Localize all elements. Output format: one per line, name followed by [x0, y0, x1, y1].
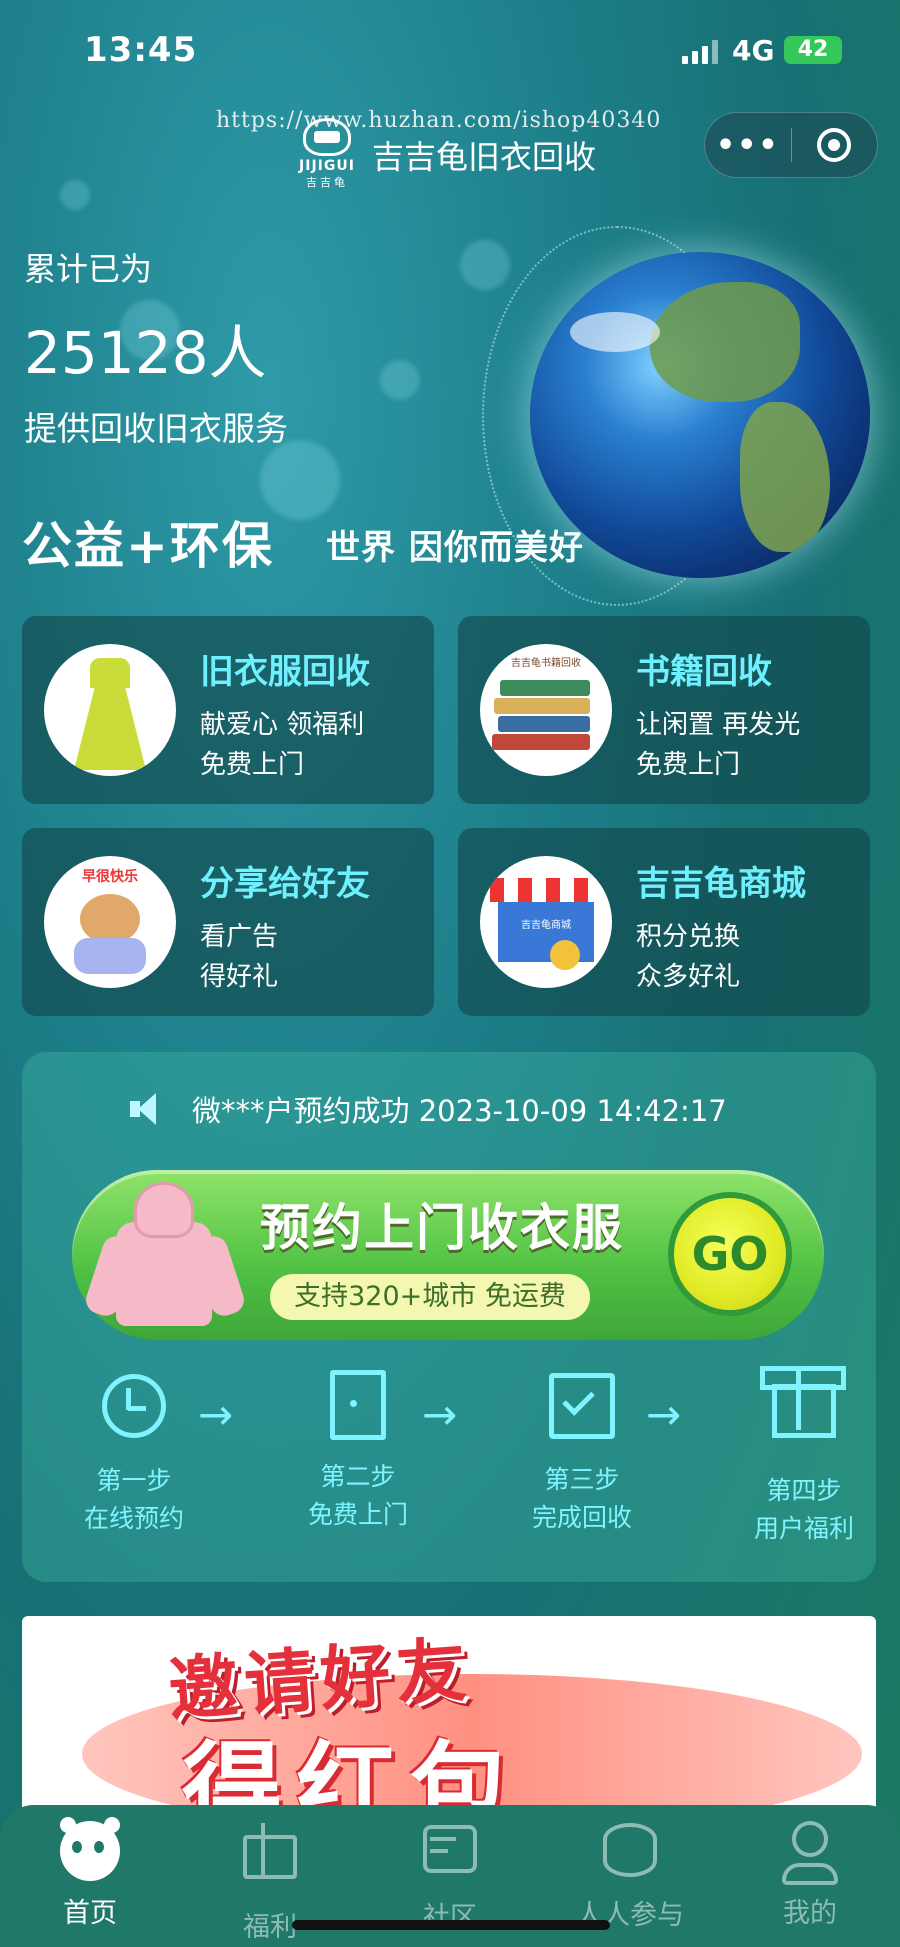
card-subtitle: 得好礼	[200, 962, 279, 992]
step-label: 完成回收	[531, 1503, 632, 1532]
card-subtitle: 积分兑换	[636, 922, 741, 952]
card-title: 分享给好友	[200, 864, 370, 904]
step-label: 免费上门	[307, 1500, 408, 1529]
user-icon	[780, 1821, 840, 1885]
booking-notice: 微***户预约成功 2023-10-09 14:42:17	[126, 1088, 727, 1130]
bokeh-decoration	[460, 240, 510, 290]
coins-icon	[600, 1823, 660, 1883]
hero-intro: 累计已为	[24, 250, 153, 288]
bear-share-image: 早很快乐	[44, 856, 176, 988]
bokeh-decoration	[60, 180, 90, 210]
tab-home[interactable]: 首页	[30, 1817, 150, 1930]
tab-participate[interactable]: 人人参与	[570, 1821, 690, 1932]
panda-home-icon	[60, 1817, 120, 1881]
step-number: 第二步	[320, 1462, 396, 1491]
card-mall[interactable]: 吉吉龟商城 吉吉龟商城 积分兑换 众多好礼	[458, 828, 870, 1016]
card-title: 书籍回收	[636, 652, 772, 692]
tab-label: 我的	[783, 1898, 837, 1929]
turtle-logo-icon	[303, 118, 351, 156]
card-subtitle: 免费上门	[636, 750, 741, 780]
step-label: 用户福利	[753, 1514, 854, 1543]
earth-globe-image	[530, 252, 870, 578]
step-2: 第二步 免费上门	[278, 1370, 438, 1534]
banner-subtitle: 得红包	[182, 1731, 524, 1812]
card-clothes-recycle[interactable]: 旧衣服回收 献爱心 领福利 免费上门	[22, 616, 434, 804]
hero-served-count: 25128人	[24, 319, 267, 387]
share-thumb-label: 早很快乐	[82, 869, 138, 885]
target-close-icon	[817, 128, 852, 162]
slogan-main: 公益+环保	[22, 517, 274, 575]
status-bar: 13:45 4G 42	[0, 0, 900, 100]
more-menu-button[interactable]: •••	[705, 128, 791, 163]
logo-subtext: 吉吉龟	[306, 176, 348, 189]
tab-community[interactable]: 社区	[390, 1821, 510, 1934]
shop-image: 吉吉龟商城	[480, 856, 612, 988]
step-1: 第一步 在线预约	[54, 1370, 214, 1538]
card-books-recycle[interactable]: 吉吉龟书籍回收 书籍回收 让闲置 再发光 免费上门	[458, 616, 870, 804]
chat-icon	[420, 1825, 480, 1885]
gift-icon	[240, 1835, 300, 1895]
alarm-clock-icon	[98, 1374, 170, 1446]
step-3: 第三步 完成回收	[502, 1370, 662, 1537]
card-subtitle: 让闲置 再发光	[636, 710, 801, 740]
booking-panel: 微***户预约成功 2023-10-09 14:42:17 预约上门收衣服 支持…	[22, 1052, 876, 1582]
checkbox-icon	[546, 1373, 618, 1445]
card-subtitle: 献爱心 领福利	[200, 710, 365, 740]
book-pickup-title: 预约上门收衣服	[260, 1199, 624, 1257]
tab-profile[interactable]: 我的	[750, 1821, 870, 1930]
step-number: 第三步	[544, 1465, 620, 1494]
arrow-right-icon: →	[646, 1390, 682, 1439]
close-miniprogram-button[interactable]	[792, 128, 878, 162]
page-title: 吉吉龟旧衣回收	[372, 138, 597, 176]
dress-image	[44, 644, 176, 776]
speaker-icon	[126, 1089, 166, 1129]
network-type: 4G	[732, 34, 775, 67]
miniprogram-capsule: •••	[704, 112, 878, 178]
arrow-right-icon: →	[422, 1390, 458, 1439]
notice-text: 微***户预约成功 2023-10-09 14:42:17	[192, 1094, 727, 1128]
step-4: 第四步 用户福利	[724, 1370, 884, 1548]
hero-description: 提供回收旧衣服务	[24, 409, 288, 448]
logo-text: JIJIGUI	[299, 158, 355, 174]
invite-banner[interactable]: 邀请好友 得红包	[22, 1616, 876, 1812]
book-pickup-button[interactable]: 预约上门收衣服 支持320+城市 免运费 GO	[72, 1170, 824, 1340]
watermark-url: https://www.huzhan.com/ishop40340	[216, 108, 662, 133]
step-number: 第四步	[766, 1476, 842, 1505]
bokeh-decoration	[380, 360, 420, 400]
tab-label: 首页	[63, 1898, 117, 1929]
card-subtitle: 免费上门	[200, 750, 305, 780]
store-thumb-label: 吉吉龟商城	[521, 920, 571, 931]
free-shipping-pill: 支持320+城市 免运费	[270, 1274, 590, 1320]
card-subtitle: 看广告	[200, 922, 279, 952]
go-button[interactable]: GO	[668, 1192, 792, 1316]
app-logo: JIJIGUI 吉吉龟	[296, 118, 358, 190]
battery-icon: 42	[784, 36, 842, 64]
books-image: 吉吉龟书籍回收	[480, 644, 612, 776]
card-share-friends[interactable]: 早很快乐 分享给好友 看广告 得好礼	[22, 828, 434, 1016]
arrow-right-icon: →	[198, 1390, 234, 1439]
card-subtitle: 众多好礼	[636, 962, 741, 992]
home-indicator	[292, 1920, 610, 1930]
steps-row: 第一步 在线预约 → 第二步 免费上门 → 第三步 完成回收 → 第四步 用户福…	[22, 1370, 876, 1550]
step-number: 第一步	[96, 1466, 172, 1495]
cellular-signal-icon	[682, 40, 718, 64]
door-icon	[322, 1370, 394, 1442]
card-title: 旧衣服回收	[200, 652, 370, 692]
card-title: 吉吉龟商城	[636, 864, 806, 904]
books-thumb-label: 吉吉龟书籍回收	[511, 658, 581, 669]
step-label: 在线预约	[83, 1504, 184, 1533]
hoodie-icon	[82, 1178, 248, 1338]
gift-icon	[768, 1384, 840, 1456]
status-time: 13:45	[84, 30, 198, 70]
